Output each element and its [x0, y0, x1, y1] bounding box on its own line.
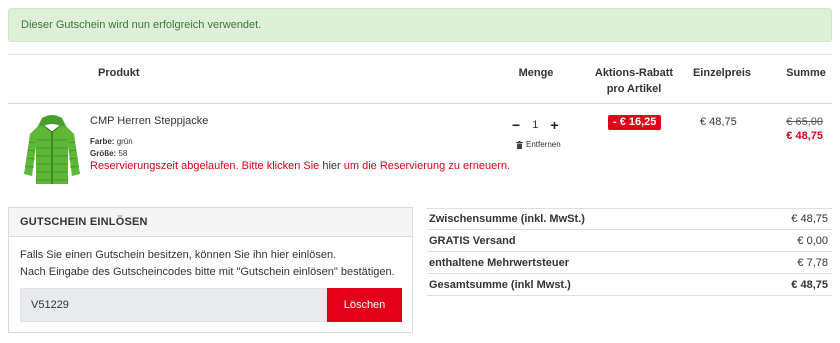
- size-value: 58: [118, 149, 128, 158]
- vat-label: enthaltene Mehrwertsteuer: [429, 256, 569, 269]
- voucher-code-field[interactable]: V51229: [20, 288, 327, 322]
- header-produkt: Produkt: [98, 67, 140, 79]
- header-aktions-rabatt: Aktions-Rabatt pro Artikel: [590, 65, 678, 97]
- header-einzelpreis: Einzelpreis: [692, 67, 752, 79]
- voucher-instructions: Falls Sie einen Gutschein besitzen, könn…: [20, 247, 395, 281]
- grand-total-label: Gesamtsumme (inkl Mwst.): [429, 278, 571, 291]
- remove-item-button[interactable]: Entfernen: [516, 140, 561, 149]
- grand-total-row: Gesamtsumme (inkl Mwst.) € 48,75: [427, 274, 832, 296]
- quantity-increase-button[interactable]: +: [550, 118, 558, 132]
- quantity-decrease-button[interactable]: −: [512, 118, 520, 132]
- discount-badge: - € 16,25: [608, 115, 662, 130]
- header-menge: Menge: [518, 67, 554, 79]
- product-image[interactable]: [20, 112, 84, 188]
- header-rabatt-line2: pro Artikel: [606, 83, 662, 95]
- reservation-expired-message: Reservierungszeit abgelaufen. Bitte klic…: [90, 160, 510, 172]
- product-size: Größe: 58: [90, 149, 127, 158]
- voucher-title: GUTSCHEIN EINLÖSEN: [9, 208, 412, 237]
- discounted-total-price: € 48,75: [786, 130, 823, 142]
- voucher-panel: GUTSCHEIN EINLÖSEN Falls Sie einen Gutsc…: [8, 207, 413, 333]
- success-alert-text: Dieser Gutschein wird nun erfolgreich ve…: [21, 19, 262, 31]
- vat-row: enthaltene Mehrwertsteuer € 7,78: [427, 252, 832, 274]
- grand-total-value: € 48,75: [791, 278, 828, 291]
- quantity-value: 1: [532, 119, 539, 131]
- quantity-stepper: − 1 +: [512, 118, 559, 132]
- success-alert: Dieser Gutschein wird nun erfolgreich ve…: [8, 8, 832, 42]
- reservation-text-part2: um die Reservierung zu erneuern.: [343, 160, 511, 172]
- color-label: Farbe:: [90, 137, 115, 146]
- unit-price: € 48,75: [700, 116, 737, 128]
- voucher-instructions-line2: Nach Eingabe des Gutscheincodes bitte mi…: [20, 266, 395, 278]
- shipping-row: GRATIS Versand € 0,00: [427, 230, 832, 252]
- reservation-renew-link[interactable]: hier: [322, 160, 340, 172]
- shipping-label: GRATIS Versand: [429, 234, 516, 247]
- product-color: Farbe: grün: [90, 137, 133, 146]
- product-name[interactable]: CMP Herren Steppjacke: [90, 115, 208, 127]
- original-total-price: € 65,00: [786, 116, 823, 128]
- header-rabatt-line1: Aktions-Rabatt: [594, 67, 674, 79]
- header-summe: Summe: [786, 67, 826, 79]
- subtotal-row: Zwischensumme (inkl. MwSt.) € 48,75: [427, 208, 832, 230]
- vat-value: € 7,78: [797, 256, 828, 269]
- table-divider: [8, 54, 832, 55]
- green-jacket-icon: [24, 115, 80, 184]
- order-totals: Zwischensumme (inkl. MwSt.) € 48,75 GRAT…: [427, 208, 832, 296]
- table-header-divider: [8, 103, 832, 104]
- subtotal-label: Zwischensumme (inkl. MwSt.): [429, 213, 585, 225]
- voucher-instructions-line1: Falls Sie einen Gutschein besitzen, könn…: [20, 249, 337, 261]
- remove-voucher-button[interactable]: Löschen: [327, 288, 402, 322]
- size-label: Größe:: [90, 149, 117, 158]
- reservation-text-part1: Reservierungszeit abgelaufen. Bitte klic…: [90, 160, 320, 172]
- remove-item-label: Entfernen: [526, 140, 561, 149]
- shipping-value: € 0,00: [797, 234, 828, 247]
- trash-icon: [516, 140, 523, 149]
- subtotal-value: € 48,75: [791, 213, 828, 225]
- color-value: grün: [116, 137, 133, 146]
